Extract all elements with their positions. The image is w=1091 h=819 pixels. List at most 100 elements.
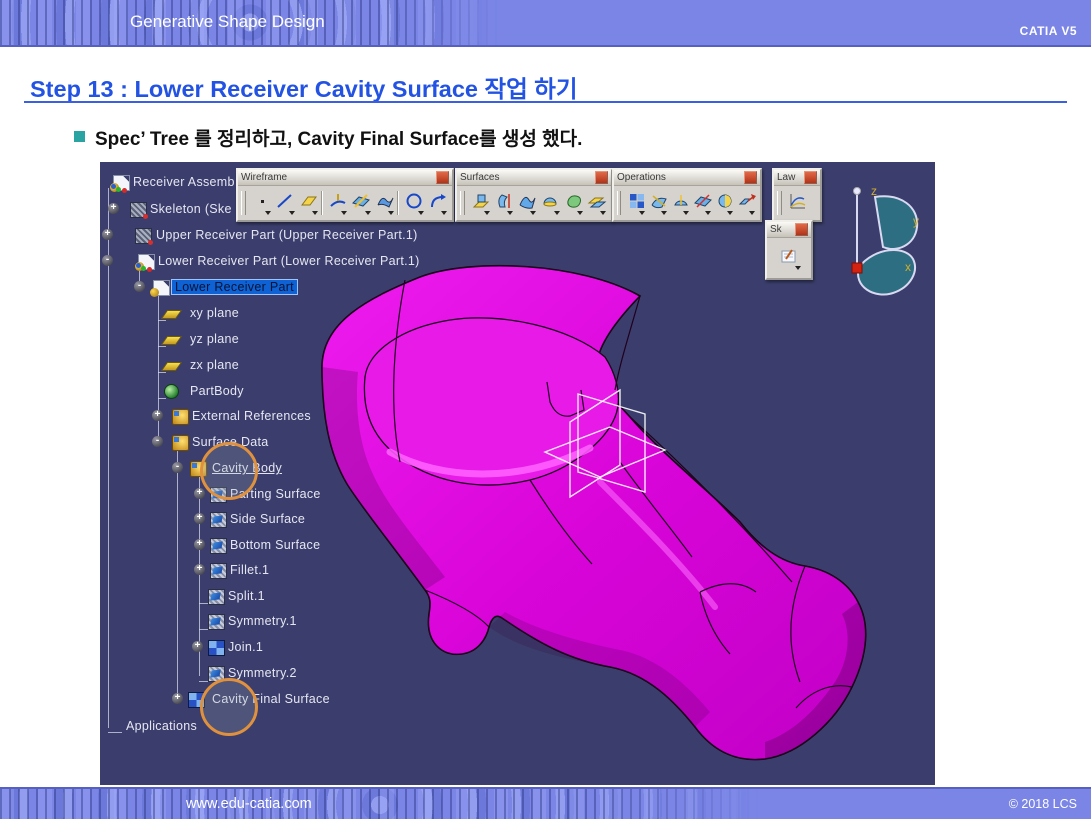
bullet-square-icon: [74, 131, 85, 142]
title-underline: [24, 101, 1067, 103]
toolbar-grip[interactable]: [241, 191, 246, 215]
projection-icon[interactable]: [325, 189, 348, 217]
expander-icon[interactable]: +: [194, 488, 205, 499]
tree-item: Split.1: [100, 588, 935, 608]
tree-item-label[interactable]: Receiver Assemb: [133, 175, 235, 189]
tree-item-label[interactable]: PartBody: [190, 384, 244, 398]
close-surface-icon[interactable]: [712, 189, 734, 217]
brand-label: CATIA V5: [1020, 24, 1077, 38]
sketch-icon[interactable]: [776, 244, 802, 272]
tree-item-label-selected[interactable]: Lower Receiver Part: [172, 280, 297, 294]
plane-icon[interactable]: [296, 189, 319, 217]
tree-item-label[interactable]: Lower Receiver Part (Lower Receiver Part…: [158, 254, 420, 268]
toolbar-grip[interactable]: [777, 191, 782, 215]
circle-icon[interactable]: [401, 189, 424, 217]
expander-icon[interactable]: -: [172, 462, 183, 473]
tree-item-label[interactable]: yz plane: [190, 332, 239, 346]
surface-feature-icon: [210, 563, 227, 579]
line-icon[interactable]: [272, 189, 295, 217]
surface-feature-icon: [210, 538, 227, 554]
part-icon: [130, 202, 147, 218]
expander-icon[interactable]: +: [192, 641, 203, 652]
intersection-icon[interactable]: [348, 189, 371, 217]
offset-icon[interactable]: [584, 189, 607, 217]
toolbar-wireframe[interactable]: Wireframe: [236, 168, 454, 222]
intersect-icon[interactable]: [690, 189, 712, 217]
sphere-icon[interactable]: [537, 189, 560, 217]
expander-icon[interactable]: +: [108, 203, 119, 214]
toolbar-law[interactable]: Law: [772, 168, 822, 222]
expander-icon[interactable]: +: [194, 564, 205, 575]
law-icon[interactable]: [785, 189, 811, 217]
extrapolate-icon[interactable]: [734, 189, 756, 217]
plane-icon: [161, 336, 182, 345]
footer-copyright: © 2018 LCS: [1009, 797, 1077, 811]
partbody-icon: [164, 384, 179, 399]
corner-icon[interactable]: [425, 189, 448, 217]
trim-icon[interactable]: [668, 189, 690, 217]
fill-icon[interactable]: [561, 189, 584, 217]
extrude-icon[interactable]: [468, 189, 491, 217]
tree-item: + External References: [100, 408, 935, 428]
toolbar-grip[interactable]: [460, 191, 465, 215]
expander-icon[interactable]: +: [152, 410, 163, 421]
header-bar: Generative Shape Design CATIA V5: [0, 0, 1091, 47]
tree-item-label[interactable]: Split.1: [228, 589, 265, 603]
catia-viewport[interactable]: Receiver Assemb + Skeleton (Ske + Upper …: [100, 162, 935, 785]
tree-item-label[interactable]: zx plane: [190, 358, 239, 372]
close-icon[interactable]: [744, 171, 757, 184]
tree-item-label[interactable]: Upper Receiver Part (Upper Receiver Part…: [156, 228, 418, 242]
footer-texture: [0, 789, 760, 819]
expander-icon[interactable]: +: [194, 539, 205, 550]
boundary-icon[interactable]: [372, 189, 395, 217]
surface-feature-icon: [208, 589, 225, 605]
surface-feature-icon: [210, 512, 227, 528]
split-icon[interactable]: [646, 189, 668, 217]
footer-bar: www.edu-catia.com © 2018 LCS: [0, 787, 1091, 819]
close-icon[interactable]: [804, 171, 817, 184]
expander-icon[interactable]: -: [134, 281, 145, 292]
tree-item: xy plane: [100, 305, 935, 325]
join-icon[interactable]: [624, 189, 646, 217]
tree-item-label[interactable]: External References: [192, 409, 311, 423]
join-feature-icon: [208, 640, 225, 656]
tree-item: + Side Surface: [100, 511, 935, 531]
expander-icon[interactable]: -: [152, 436, 163, 447]
sweep-icon[interactable]: [514, 189, 537, 217]
tree-item-label[interactable]: Bottom Surface: [230, 538, 320, 552]
toolbar-operations[interactable]: Operations: [612, 168, 762, 222]
tree-item: yz plane: [100, 331, 935, 351]
footer-site-link[interactable]: www.edu-catia.com: [186, 796, 312, 812]
revolve-icon[interactable]: [491, 189, 514, 217]
toolbar-grip[interactable]: [617, 191, 621, 215]
app-title: Generative Shape Design: [130, 12, 325, 32]
toolbar-surfaces[interactable]: Surfaces: [455, 168, 613, 222]
point-icon[interactable]: [249, 189, 272, 217]
expander-icon[interactable]: +: [194, 513, 205, 524]
tree-item-label[interactable]: Applications: [126, 719, 197, 733]
tree-item: PartBody: [100, 383, 935, 403]
close-icon[interactable]: [436, 171, 449, 184]
tree-item-label[interactable]: Fillet.1: [230, 563, 269, 577]
tree-item-label[interactable]: xy plane: [190, 306, 239, 320]
toolbar-sketcher[interactable]: Sk: [765, 220, 813, 280]
toolbar-title: Sk: [770, 224, 795, 235]
tree-item: + Bottom Surface: [100, 537, 935, 557]
tree-item-label[interactable]: Skeleton (Ske: [150, 202, 232, 216]
annotation-circle-cavity-final-surface: [200, 678, 258, 736]
part-icon: [138, 254, 155, 270]
expander-icon[interactable]: +: [102, 229, 113, 240]
expander-icon[interactable]: -: [102, 255, 113, 266]
tree-item-label[interactable]: Symmetry.2: [228, 666, 297, 680]
expander-icon[interactable]: +: [172, 693, 183, 704]
part-icon: [135, 228, 152, 244]
tree-item: zx plane: [100, 357, 935, 377]
surface-feature-icon: [208, 614, 225, 630]
tree-item-label[interactable]: Side Surface: [230, 512, 305, 526]
slide: Generative Shape Design CATIA V5 Step 13…: [0, 0, 1091, 819]
toolbar-title: Wireframe: [241, 172, 436, 183]
close-icon[interactable]: [795, 223, 808, 236]
tree-item-label[interactable]: Join.1: [228, 640, 263, 654]
close-icon[interactable]: [595, 171, 608, 184]
tree-item-label[interactable]: Symmetry.1: [228, 614, 297, 628]
